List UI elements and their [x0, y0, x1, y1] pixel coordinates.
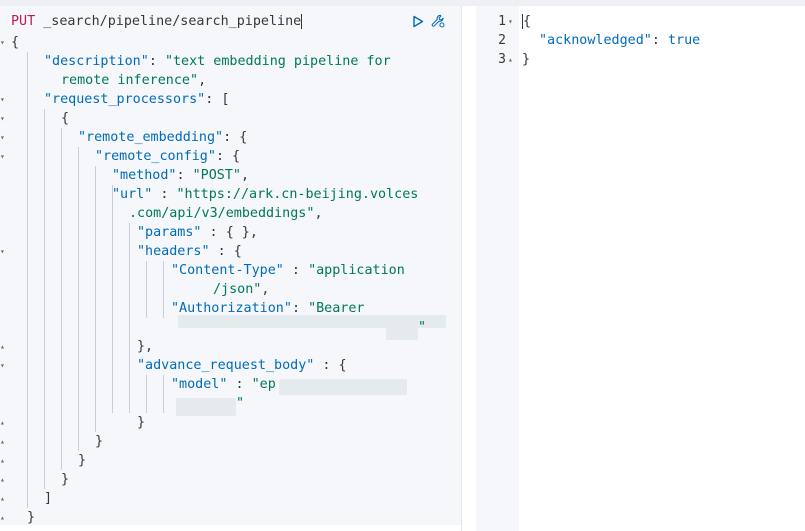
line-number: 3	[498, 52, 506, 67]
indent-guide	[78, 147, 79, 451]
authorization-value: "Bearer	[308, 301, 365, 316]
model-value-end: "	[236, 396, 245, 411]
open-brace: {	[11, 35, 20, 50]
indent-guide	[129, 223, 130, 413]
fold-arrow-icon[interactable]: ▴	[0, 432, 6, 451]
redacted-token	[386, 328, 418, 340]
fold-arrow-icon[interactable]: ▾	[0, 109, 6, 128]
wrench-icon[interactable]	[431, 13, 445, 29]
params-key: "params"	[137, 225, 202, 240]
authorization-key: "Authorization"	[171, 301, 292, 316]
remote-embedding-key: "remote_embedding"	[78, 130, 224, 145]
fold-arrow-icon[interactable]: ▾	[0, 90, 6, 109]
headers-key: "headers"	[137, 244, 210, 259]
method-key: "method"	[112, 168, 177, 183]
indent-guide	[44, 109, 45, 489]
params-value: { }	[225, 225, 250, 240]
play-icon[interactable]	[411, 13, 425, 29]
response-close-brace: }	[522, 52, 531, 67]
close-brace: }	[27, 510, 36, 525]
redacted-model-id	[176, 398, 236, 416]
indent-guide	[146, 375, 147, 413]
url-value: "https://ark.cn-beijing.volces	[176, 187, 419, 202]
method-value: "POST"	[192, 168, 241, 183]
description-key: "description"	[44, 54, 149, 69]
redacted-token	[178, 315, 446, 328]
content-type-key: "Content-Type"	[171, 263, 284, 278]
fold-arrow-icon[interactable]: ▾	[0, 33, 6, 52]
request-editor[interactable]: ▾ ▾ ▾ ▾ ▾ ▾ ▴ ▾ ▴ ▴ ▴ ▴ ▴ ▴ PUT _search/…	[0, 6, 461, 525]
fold-arrow-icon[interactable]: ▾	[0, 128, 6, 147]
fold-arrow-icon[interactable]: ▴	[0, 451, 6, 470]
description-value-cont: remote inference"	[61, 73, 199, 88]
response-open-brace: {	[523, 14, 532, 29]
indent-guide	[61, 128, 62, 470]
request-processors-key: "request_processors"	[44, 92, 206, 107]
remote-config-key: "remote_config"	[95, 149, 216, 164]
indent-guide	[146, 261, 147, 318]
request-line[interactable]: PUT _search/pipeline/search_pipeline	[11, 12, 303, 31]
url-key: "url"	[112, 187, 153, 202]
authorization-value-end: "	[418, 320, 427, 335]
acknowledged-key: "acknowledged"	[539, 33, 652, 48]
description-value: "text embedding pipeline for	[164, 54, 391, 69]
fold-arrow-icon[interactable]: ▾	[0, 242, 6, 261]
line-gutter	[476, 6, 519, 531]
text-cursor	[301, 13, 303, 29]
indent-guide	[163, 375, 164, 413]
line-number: 2	[498, 33, 506, 48]
indent-guide	[27, 52, 28, 508]
fold-arrow-icon[interactable]: ▾	[0, 356, 6, 375]
content-type-value: "application	[308, 263, 405, 278]
bottom-strip	[0, 525, 461, 531]
acknowledged-value: true	[668, 33, 701, 48]
http-method: PUT	[11, 14, 36, 29]
fold-arrow-icon[interactable]: ▾	[508, 12, 513, 31]
fold-arrow-icon[interactable]: ▾	[0, 147, 6, 166]
request-path: _search/pipeline/search_pipeline	[43, 14, 302, 29]
line-number: 1	[498, 14, 506, 29]
redacted-model-id	[279, 379, 407, 395]
pane-resizer[interactable]	[461, 6, 476, 531]
request-actions	[411, 12, 445, 30]
indent-guide	[95, 166, 96, 432]
response-viewer[interactable]: 1 ▾ 2 3 ▴ { "acknowledged": true }	[476, 6, 805, 531]
fold-arrow-icon[interactable]: ▴	[0, 413, 6, 432]
content-type-value-cont: /json"	[213, 282, 262, 297]
indent-guide	[163, 261, 164, 318]
fold-arrow-icon[interactable]: ▴	[0, 489, 6, 508]
fold-arrow-icon[interactable]: ▴	[0, 337, 6, 356]
model-value: "ep	[251, 377, 276, 392]
advance-request-body-key: "advance_request_body"	[137, 358, 315, 373]
url-value-cont: .com/api/v3/embeddings"	[129, 206, 315, 221]
indent-guide	[112, 185, 113, 413]
fold-arrow-icon[interactable]: ▴	[0, 470, 6, 489]
fold-arrow-icon[interactable]: ▴	[508, 50, 513, 69]
model-key: "model"	[171, 377, 228, 392]
fold-arrow-icon[interactable]: ▴	[0, 508, 6, 525]
